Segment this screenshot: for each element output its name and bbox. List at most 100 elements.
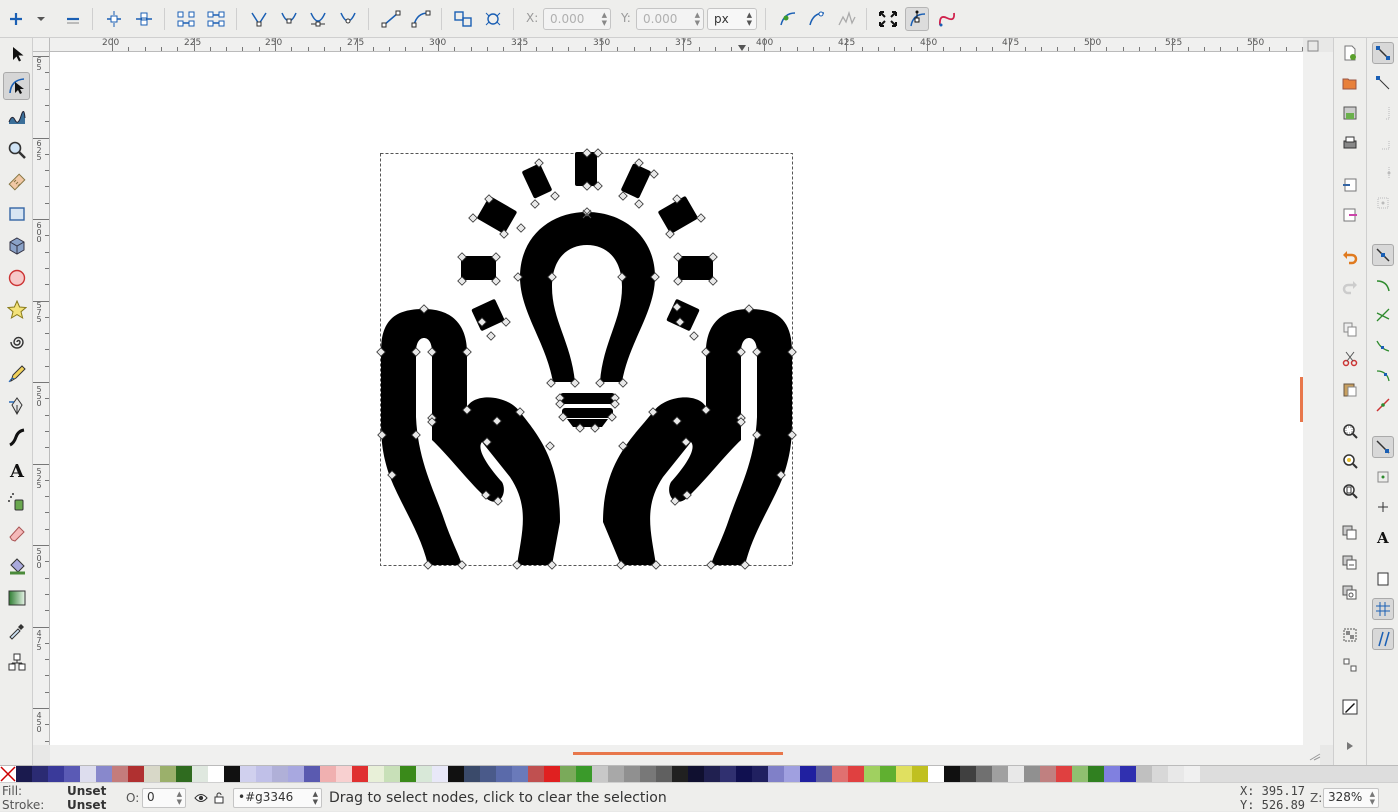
snap-object-center-icon[interactable] bbox=[1372, 466, 1394, 488]
stroke-to-path-icon[interactable] bbox=[481, 7, 505, 31]
eraser-tool-icon[interactable] bbox=[3, 520, 30, 548]
color-swatch[interactable] bbox=[16, 766, 32, 782]
star-tool-icon[interactable] bbox=[3, 296, 30, 324]
pencil-tool-icon[interactable] bbox=[3, 360, 30, 388]
spin-arrows-icon[interactable]: ▲ ▼ bbox=[1370, 790, 1375, 806]
spin-arrows-icon[interactable]: ▲ ▼ bbox=[602, 11, 607, 27]
color-swatch[interactable] bbox=[416, 766, 432, 782]
color-swatch[interactable] bbox=[864, 766, 880, 782]
redo-icon[interactable] bbox=[1339, 276, 1361, 298]
text-tool-icon[interactable]: A bbox=[3, 456, 30, 484]
snap-bbox-corners-icon[interactable] bbox=[1372, 132, 1394, 154]
spin-arrows-icon[interactable]: ▲ ▼ bbox=[695, 11, 700, 27]
color-swatch[interactable] bbox=[336, 766, 352, 782]
color-swatch[interactable] bbox=[48, 766, 64, 782]
snap-midpoints-icon[interactable] bbox=[1372, 394, 1394, 416]
snap-others-icon[interactable] bbox=[1372, 436, 1394, 458]
zoom-selection-icon[interactable] bbox=[1339, 420, 1361, 442]
lock-guides-icon[interactable] bbox=[1307, 40, 1319, 52]
duplicate-icon[interactable] bbox=[1339, 522, 1361, 544]
rectangle-tool-icon[interactable] bbox=[3, 200, 30, 228]
color-swatch[interactable] bbox=[960, 766, 976, 782]
fill-value[interactable]: Unset bbox=[67, 784, 106, 798]
color-swatch[interactable] bbox=[672, 766, 688, 782]
new-document-icon[interactable] bbox=[1339, 42, 1361, 64]
color-swatch[interactable] bbox=[576, 766, 592, 782]
undo-icon[interactable] bbox=[1339, 246, 1361, 268]
color-swatch[interactable] bbox=[512, 766, 528, 782]
color-swatch[interactable] bbox=[160, 766, 176, 782]
color-swatch[interactable] bbox=[1168, 766, 1184, 782]
print-icon[interactable] bbox=[1339, 132, 1361, 154]
color-swatch[interactable] bbox=[816, 766, 832, 782]
spin-arrows-icon[interactable]: ▲ ▼ bbox=[177, 790, 182, 806]
color-swatch[interactable] bbox=[80, 766, 96, 782]
spray-tool-icon[interactable] bbox=[3, 488, 30, 516]
color-swatch[interactable] bbox=[656, 766, 672, 782]
color-swatch[interactable] bbox=[432, 766, 448, 782]
color-swatch[interactable] bbox=[976, 766, 992, 782]
show-mask-icon[interactable] bbox=[805, 7, 829, 31]
color-swatch[interactable] bbox=[224, 766, 240, 782]
snap-bbox-center-icon[interactable] bbox=[1372, 192, 1394, 214]
color-swatch[interactable] bbox=[384, 766, 400, 782]
color-swatch[interactable] bbox=[192, 766, 208, 782]
color-swatch[interactable] bbox=[688, 766, 704, 782]
tweak-tool-icon[interactable] bbox=[3, 104, 30, 132]
calligraphy-tool-icon[interactable] bbox=[3, 424, 30, 452]
opacity-input[interactable]: 0 ▲ ▼ bbox=[142, 788, 186, 808]
zoom-tool-icon[interactable] bbox=[3, 136, 30, 164]
node-tool-icon[interactable] bbox=[3, 72, 30, 100]
color-swatch[interactable] bbox=[768, 766, 784, 782]
color-swatch[interactable] bbox=[912, 766, 928, 782]
color-swatch[interactable] bbox=[736, 766, 752, 782]
snap-cusp-nodes-icon[interactable] bbox=[1372, 334, 1394, 356]
drawing-canvas[interactable] bbox=[50, 52, 1303, 745]
zoom-input[interactable]: 328% ▲ ▼ bbox=[1323, 788, 1379, 808]
zoom-drawing-icon[interactable] bbox=[1339, 450, 1361, 472]
color-swatch[interactable] bbox=[1008, 766, 1024, 782]
snap-bbox-edges-icon[interactable] bbox=[1372, 102, 1394, 124]
snap-bbox-midpoints-icon[interactable] bbox=[1372, 162, 1394, 184]
snap-paths-icon[interactable] bbox=[1372, 274, 1394, 296]
unit-select[interactable]: px ▲ ▼ bbox=[707, 8, 757, 30]
paste-icon[interactable] bbox=[1339, 378, 1361, 400]
smooth-node-icon[interactable] bbox=[277, 7, 301, 31]
color-swatch[interactable] bbox=[752, 766, 768, 782]
ellipse-tool-icon[interactable] bbox=[3, 264, 30, 292]
color-swatch[interactable] bbox=[304, 766, 320, 782]
color-swatch[interactable] bbox=[368, 766, 384, 782]
vertical-ruler[interactable]: 65 625 600 575 550 525 500 475 450 bbox=[33, 52, 50, 745]
3d-box-tool-icon[interactable] bbox=[3, 232, 30, 260]
path-node[interactable] bbox=[689, 331, 699, 341]
color-swatch[interactable] bbox=[288, 766, 304, 782]
color-swatch[interactable] bbox=[496, 766, 512, 782]
object-to-path-icon[interactable] bbox=[451, 7, 475, 31]
color-swatch[interactable] bbox=[144, 766, 160, 782]
color-swatch[interactable] bbox=[640, 766, 656, 782]
snap-intersections-icon[interactable] bbox=[1372, 304, 1394, 326]
path-node[interactable] bbox=[634, 199, 644, 209]
color-swatch[interactable] bbox=[480, 766, 496, 782]
show-handles-icon[interactable] bbox=[905, 7, 929, 31]
path-node[interactable] bbox=[545, 441, 555, 451]
color-swatch[interactable] bbox=[1040, 766, 1056, 782]
color-swatch[interactable] bbox=[1024, 766, 1040, 782]
lightbulb-hands-artwork[interactable] bbox=[50, 52, 1303, 745]
color-swatch[interactable] bbox=[528, 766, 544, 782]
color-swatch[interactable] bbox=[544, 766, 560, 782]
paint-bucket-tool-icon[interactable] bbox=[3, 552, 30, 580]
path-node[interactable] bbox=[649, 169, 659, 179]
show-clipping-path-icon[interactable] bbox=[776, 7, 800, 31]
symmetric-node-icon[interactable] bbox=[306, 7, 330, 31]
path-node[interactable] bbox=[530, 199, 540, 209]
color-swatch[interactable] bbox=[896, 766, 912, 782]
color-swatch[interactable] bbox=[464, 766, 480, 782]
insert-node-icon[interactable] bbox=[4, 7, 28, 31]
color-swatch[interactable] bbox=[720, 766, 736, 782]
color-swatch[interactable] bbox=[880, 766, 896, 782]
spiral-tool-icon[interactable] bbox=[3, 328, 30, 356]
color-swatch[interactable] bbox=[1136, 766, 1152, 782]
export-icon[interactable] bbox=[1339, 204, 1361, 226]
snap-guides-icon[interactable] bbox=[1372, 628, 1394, 650]
